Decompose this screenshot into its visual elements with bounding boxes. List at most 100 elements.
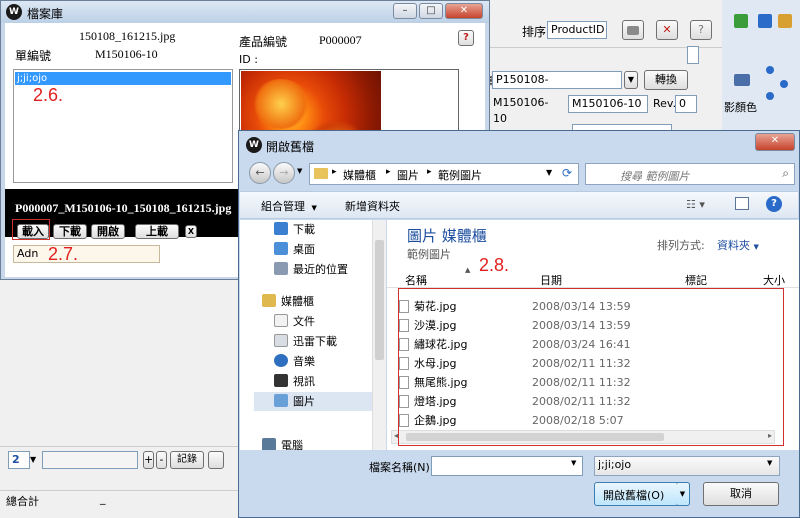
- print-button[interactable]: [622, 20, 644, 40]
- archive-minimize-button[interactable]: –: [393, 3, 417, 19]
- column-headers: [387, 268, 799, 288]
- dialog-help-button[interactable]: ?: [766, 196, 782, 212]
- music-icon: [274, 354, 288, 367]
- file-type-dropdown-icon[interactable]: ▼: [767, 459, 772, 467]
- convert-button[interactable]: 轉換: [644, 70, 688, 90]
- breadcrumb-item-3[interactable]: 範例圖片: [438, 167, 482, 183]
- file-type-select[interactable]: j;ji;ojo: [594, 456, 780, 476]
- remark-field[interactable]: Adn: [13, 245, 160, 263]
- ribbon-icon-1[interactable]: [734, 14, 748, 28]
- ribbon-icon-6[interactable]: [780, 80, 788, 88]
- breadcrumb-arrow-icon: ▸: [332, 167, 337, 177]
- chevron-down-icon: ▼: [311, 204, 317, 212]
- nav-item-documents[interactable]: 文件: [274, 312, 315, 331]
- open-file-dialog: W 開啟舊檔 ✕ ← → ▼ ▸ 媒體櫃 ▸ 圖片 ▸ 範例圖片 ▼ ⟳ 搜尋 …: [238, 130, 800, 518]
- page-num-dropdown[interactable]: ▼: [30, 451, 40, 469]
- sort-field[interactable]: ProductID: [547, 21, 607, 39]
- nav-item-libraries[interactable]: 媒體櫃: [262, 292, 314, 311]
- upload-button[interactable]: 上載: [135, 224, 179, 239]
- record-label: 記錄: [177, 454, 197, 465]
- record-button[interactable]: 記錄: [170, 451, 204, 469]
- search-box[interactable]: 搜尋 範例圖片 ⌕: [585, 163, 795, 185]
- delete-small-button[interactable]: X: [185, 225, 197, 238]
- attachment-list-item[interactable]: j;ji;ojo: [15, 72, 231, 85]
- breadcrumb-item-1[interactable]: 媒體櫃: [343, 167, 376, 183]
- nav-scroll-thumb[interactable]: [375, 240, 384, 360]
- filename-dropdown-icon[interactable]: ▼: [571, 459, 576, 467]
- order-no-label: 單編號: [15, 49, 52, 63]
- annotation-2-6: 2.6.: [33, 85, 64, 105]
- image-filename: P000007_M150106-10_150108_161215.jpg: [15, 201, 232, 215]
- data-dropdown-arrow[interactable]: ▼: [624, 71, 638, 89]
- thunder-download-icon: [274, 334, 288, 347]
- order-no-field-1[interactable]: M150106-10: [490, 95, 560, 125]
- nav-item-recent[interactable]: 最近的位置: [274, 260, 348, 279]
- ribbon-icon-5[interactable]: [766, 66, 774, 74]
- pager-extra-button[interactable]: [208, 451, 224, 469]
- id-label: ID :: [239, 53, 258, 66]
- pictures-icon: [274, 394, 288, 407]
- organize-menu[interactable]: 組合管理 ▼: [261, 198, 317, 214]
- history-dropdown[interactable]: ▼: [297, 167, 307, 179]
- pager-remove-button[interactable]: -: [156, 451, 167, 469]
- nav-item-videos[interactable]: 視訊: [274, 372, 315, 391]
- column-tags[interactable]: 標記: [685, 272, 707, 288]
- load-button-highlight: [12, 219, 50, 240]
- new-folder-button[interactable]: 新增資料夾: [345, 198, 400, 214]
- file-list-highlight: [398, 288, 784, 446]
- arrange-value: 資料夾: [717, 239, 750, 252]
- library-title: 圖片 媒體櫃: [407, 227, 487, 245]
- bg-small-field[interactable]: [687, 46, 699, 64]
- dialog-toolbar: [240, 191, 798, 219]
- breadcrumb-arrow-icon: ▸: [386, 167, 391, 177]
- ribbon-icon-2[interactable]: [758, 14, 772, 28]
- recent-places-icon: [274, 262, 288, 275]
- bg-close-button[interactable]: ✕: [656, 20, 678, 40]
- cancel-label: 取消: [730, 487, 752, 500]
- archive-maximize-button[interactable]: □: [419, 3, 443, 19]
- ribbon-icon-3[interactable]: [778, 14, 792, 28]
- archive-close-button[interactable]: ✕: [445, 3, 483, 19]
- view-options-icon[interactable]: ☷ ▾: [686, 198, 705, 211]
- ribbon-icon-7[interactable]: [766, 92, 774, 100]
- page-num-field[interactable]: 2: [8, 451, 30, 469]
- column-date[interactable]: 日期: [540, 272, 562, 288]
- open-button[interactable]: 開啟: [91, 224, 125, 239]
- search-icon[interactable]: ⌕: [782, 166, 789, 181]
- data-field[interactable]: P150108-: [492, 71, 622, 89]
- order-no-field-2[interactable]: M150106-10: [568, 95, 648, 113]
- archive-help-button[interactable]: ?: [458, 30, 474, 46]
- archive-filename-header: 150108_161215.jpg: [79, 29, 176, 43]
- nav-item-thunder[interactable]: 迅雷下載: [274, 332, 337, 351]
- nav-item-desktop[interactable]: 桌面: [274, 240, 315, 259]
- refresh-icon[interactable]: ⟳: [562, 166, 572, 180]
- ribbon-icon-4[interactable]: [734, 74, 750, 86]
- nav-item-pictures[interactable]: 圖片: [254, 392, 384, 411]
- address-bar[interactable]: ▸ 媒體櫃 ▸ 圖片 ▸ 範例圖片 ▼ ⟳: [309, 163, 579, 185]
- forward-button[interactable]: →: [273, 162, 295, 184]
- dialog-close-button[interactable]: ✕: [755, 133, 795, 151]
- arrange-dropdown[interactable]: 資料夾 ▼: [717, 237, 759, 253]
- pager-input[interactable]: [42, 451, 138, 469]
- nav-item-computer[interactable]: 電腦: [262, 436, 303, 450]
- nav-item-music[interactable]: 音樂: [274, 352, 315, 371]
- open-file-split-arrow[interactable]: ▼: [676, 482, 690, 506]
- address-dropdown-icon[interactable]: ▼: [546, 168, 552, 177]
- nav-item-downloads[interactable]: 下載: [274, 220, 315, 239]
- download-button[interactable]: 下載: [53, 224, 87, 239]
- bg-help-button[interactable]: ?: [690, 20, 712, 40]
- total-underscore: _: [100, 492, 106, 505]
- nav-scrollbar[interactable]: [372, 220, 386, 450]
- rev-field[interactable]: 0: [675, 95, 697, 113]
- preview-pane-icon[interactable]: [735, 197, 749, 210]
- column-name[interactable]: 名稱: [405, 272, 427, 288]
- back-button[interactable]: ←: [249, 162, 271, 184]
- column-size[interactable]: 大小: [763, 272, 785, 288]
- chevron-down-icon: ▼: [753, 243, 759, 251]
- breadcrumb-item-2[interactable]: 圖片: [397, 167, 419, 183]
- open-file-label: 開啟舊檔(O): [603, 489, 665, 502]
- pager-add-button[interactable]: +: [143, 451, 154, 469]
- filename-input[interactable]: [431, 456, 583, 476]
- product-no-label: 產品編號: [239, 35, 288, 49]
- cancel-button[interactable]: 取消: [703, 482, 779, 506]
